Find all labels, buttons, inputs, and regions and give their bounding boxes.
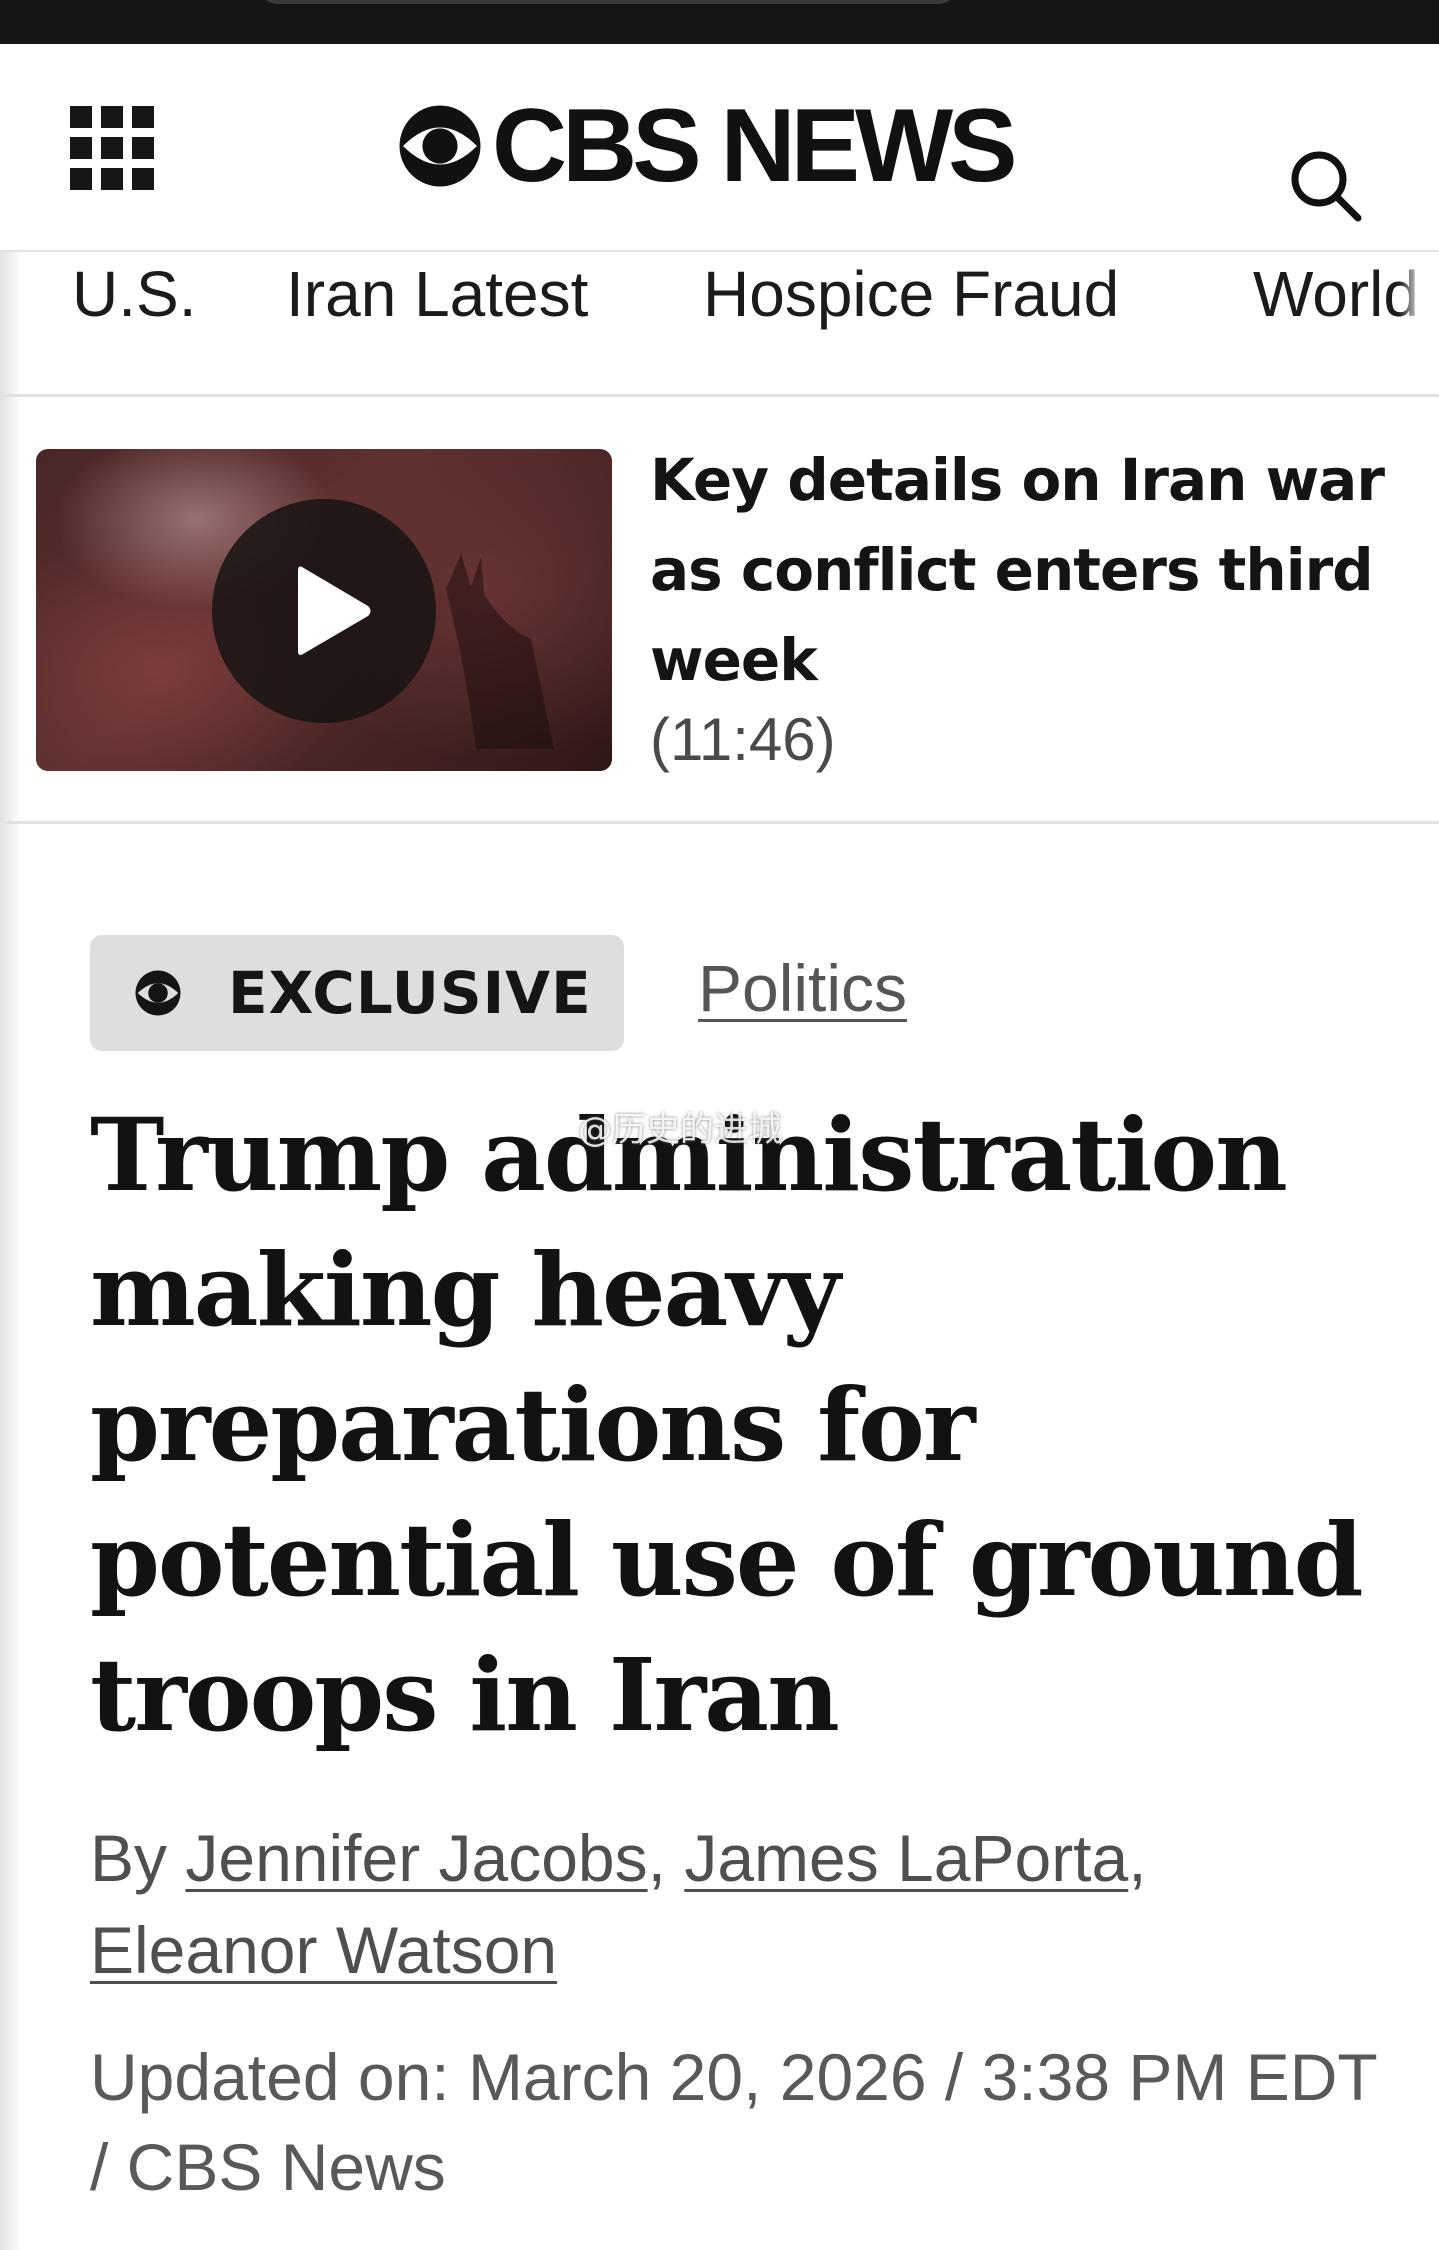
author-link[interactable]: Jennifer Jacobs — [185, 1821, 647, 1895]
play-icon — [298, 566, 371, 655]
video-thumbnail[interactable] — [36, 449, 612, 771]
video-promo[interactable]: Key details on Iran war as conflict ente… — [0, 397, 1439, 824]
article-headline: Trump administration making heavy prepar… — [90, 1096, 1364, 1754]
search-icon[interactable] — [1288, 148, 1364, 224]
logo-text: CBS NEWS — [492, 88, 1017, 204]
section-link-politics[interactable]: Politics — [698, 950, 907, 1026]
nav-item-world[interactable]: World — [1253, 252, 1419, 394]
nav-item-hospice-fraud[interactable]: Hospice Fraud — [703, 252, 1119, 394]
updated-timestamp: Updated on: March 20, 2026 / 3:38 PM EDT… — [90, 2040, 1377, 2204]
exclusive-badge: EXCLUSIVE — [90, 935, 624, 1051]
nav-item-us[interactable]: U.S. — [72, 252, 196, 394]
byline: By Jennifer Jacobs, James LaPorta, Elean… — [90, 1821, 1147, 1987]
badge-label: EXCLUSIVE — [228, 959, 592, 1027]
nav-item-iran-latest[interactable]: Iran Latest — [286, 252, 588, 394]
play-button[interactable] — [212, 499, 436, 723]
cbs-eye-icon — [135, 970, 181, 1016]
author-link[interactable]: Eleanor Watson — [90, 1913, 557, 1987]
author-link[interactable]: James LaPorta — [684, 1821, 1128, 1895]
cbs-news-logo[interactable]: CBS NEWS — [396, 88, 1017, 204]
dynamic-island — [258, 0, 958, 4]
status-bar — [0, 0, 1439, 44]
byline-prefix: By — [90, 1821, 168, 1895]
promo-title[interactable]: Key details on Iran war as conflict ente… — [650, 435, 1420, 705]
site-header: CBS NEWS — [0, 44, 1439, 252]
nav-scroll-fade — [1399, 252, 1439, 394]
video-duration: (11:46) — [650, 706, 836, 773]
grid-menu-icon[interactable] — [70, 106, 154, 190]
cbs-eye-icon — [399, 105, 481, 187]
thumbnail-figure — [446, 554, 554, 749]
section-nav: U.S. Iran Latest Hospice Fraud World — [0, 252, 1439, 397]
